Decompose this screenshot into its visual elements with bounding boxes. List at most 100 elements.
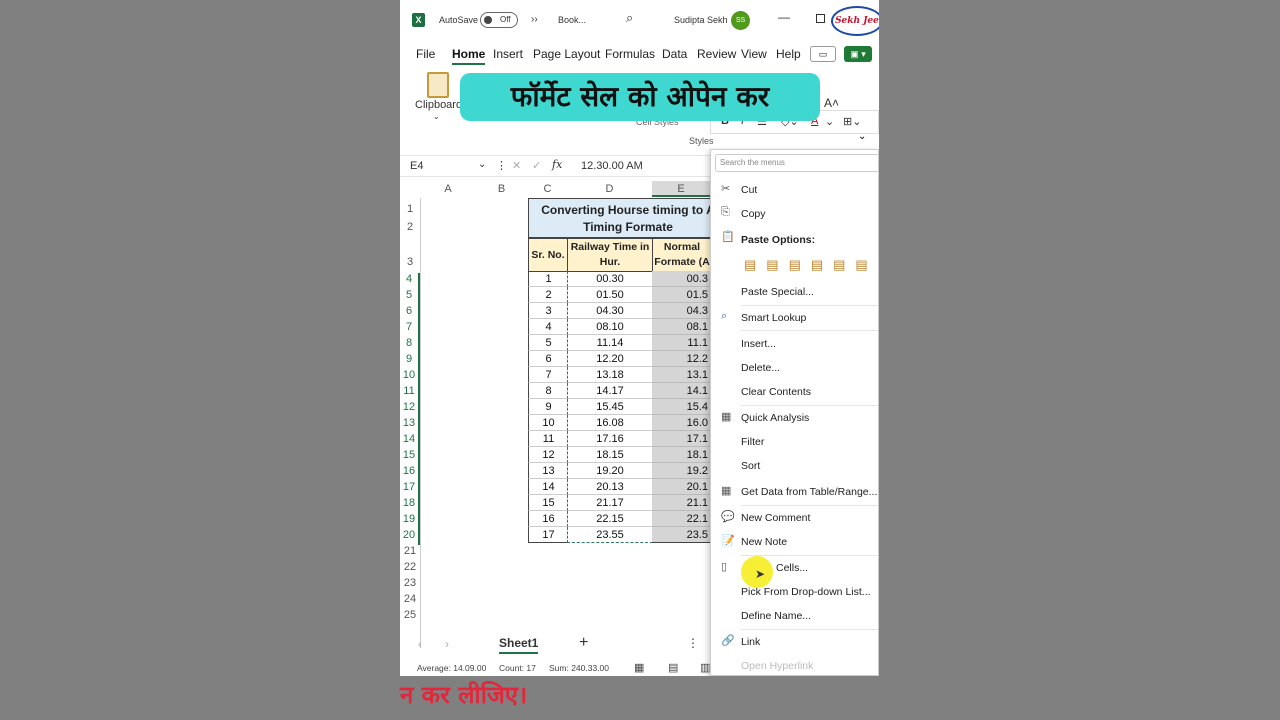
cell-normal-format[interactable]: 04.3: [652, 303, 710, 319]
collapse-ribbon-icon[interactable]: ⌄: [858, 131, 866, 142]
cell-sr-no[interactable]: 7: [528, 367, 568, 383]
cell-sr-no[interactable]: 5: [528, 335, 568, 351]
row-header-10[interactable]: 10: [400, 369, 420, 385]
row-header-8[interactable]: 8: [400, 337, 420, 353]
cell-sr-no[interactable]: 6: [528, 351, 568, 367]
row-header-2[interactable]: 2: [400, 221, 420, 237]
column-header-d[interactable]: D: [567, 181, 652, 197]
row-header-4[interactable]: 4: [400, 273, 420, 289]
tab-formulas[interactable]: Formulas: [605, 47, 655, 61]
column-header-b[interactable]: B: [475, 181, 528, 197]
cell-railway-time[interactable]: 20.13: [567, 479, 653, 495]
cell-railway-time[interactable]: 17.16: [567, 431, 653, 447]
add-sheet-button[interactable]: +: [579, 634, 588, 652]
page-break-view-icon[interactable]: ▥: [700, 661, 710, 674]
clipboard-icon[interactable]: [427, 72, 449, 98]
menu-item-define-name[interactable]: Define Name...: [741, 610, 811, 622]
page-layout-view-icon[interactable]: ▤: [668, 661, 678, 674]
more-commands-chevron-icon[interactable]: ››: [531, 14, 538, 25]
row-header-3[interactable]: 3: [400, 256, 420, 272]
menu-item-sort[interactable]: Sort: [741, 460, 760, 472]
cell-sr-no[interactable]: 8: [528, 383, 568, 399]
row-header-6[interactable]: 6: [400, 305, 420, 321]
menu-item-quick-analysis[interactable]: Quick Analysis: [741, 412, 809, 424]
cell-railway-time[interactable]: 00.30: [567, 271, 653, 287]
formula-input[interactable]: 12.30.00 AM: [581, 160, 643, 172]
row-header-20[interactable]: 20: [400, 529, 420, 545]
cell-sr-no[interactable]: 14: [528, 479, 568, 495]
cell-normal-format[interactable]: 23.5: [652, 527, 710, 543]
workbook-name[interactable]: Book...: [558, 15, 586, 25]
menu-item-new-note[interactable]: New Note: [741, 536, 787, 548]
tab-page-layout[interactable]: Page Layout: [533, 47, 600, 61]
menu-item-pick-dropdown[interactable]: Pick From Drop-down List...: [741, 586, 871, 598]
cell-railway-time[interactable]: 04.30: [567, 303, 653, 319]
cell-sr-no[interactable]: 3: [528, 303, 568, 319]
cell-railway-time[interactable]: 08.10: [567, 319, 653, 335]
menu-item-format-cells[interactable]: Cells...: [776, 562, 808, 574]
enter-icon[interactable]: ✓: [532, 159, 541, 172]
cell-normal-format[interactable]: 15.4: [652, 399, 710, 415]
row-header-22[interactable]: 22: [400, 561, 420, 577]
tab-file[interactable]: File: [416, 47, 435, 61]
maximize-button[interactable]: [816, 14, 825, 23]
normal-view-icon[interactable]: ▦: [634, 661, 644, 674]
comments-button[interactable]: ▭: [810, 46, 836, 62]
row-header-5[interactable]: 5: [400, 289, 420, 305]
cell-normal-format[interactable]: 17.1: [652, 431, 710, 447]
cell-normal-format[interactable]: 22.1: [652, 511, 710, 527]
cell-railway-time[interactable]: 13.18: [567, 367, 653, 383]
cell-sr-no[interactable]: 1: [528, 271, 568, 287]
sheet-tab-sheet1[interactable]: Sheet1: [499, 636, 539, 654]
menu-item-clear-contents[interactable]: Clear Contents: [741, 386, 811, 398]
menu-item-link[interactable]: Link: [741, 636, 760, 648]
column-header-c[interactable]: C: [528, 181, 567, 197]
insert-function-icon[interactable]: fx: [552, 158, 562, 171]
cell-railway-time[interactable]: 01.50: [567, 287, 653, 303]
menu-item-cut[interactable]: Cut: [741, 184, 757, 196]
cell-sr-no[interactable]: 17: [528, 527, 568, 543]
row-header-11[interactable]: 11: [400, 385, 420, 401]
row-header-15[interactable]: 15: [400, 449, 420, 465]
avatar[interactable]: SS: [731, 11, 750, 30]
menu-item-insert[interactable]: Insert...: [741, 338, 776, 350]
cell-normal-format[interactable]: 16.0: [652, 415, 710, 431]
cell-normal-format[interactable]: 20.1: [652, 479, 710, 495]
menu-item-smart-lookup[interactable]: Smart Lookup: [741, 312, 806, 324]
cell-normal-format[interactable]: 08.1: [652, 319, 710, 335]
cell-sr-no[interactable]: 12: [528, 447, 568, 463]
chevron-down-icon[interactable]: ⌄: [825, 115, 834, 128]
search-icon[interactable]: ⌕: [626, 10, 633, 26]
menu-item-get-data[interactable]: Get Data from Table/Range...: [741, 486, 877, 498]
tab-insert[interactable]: Insert: [493, 47, 523, 61]
cell-sr-no[interactable]: 9: [528, 399, 568, 415]
menu-item-delete[interactable]: Delete...: [741, 362, 780, 374]
cell-railway-time[interactable]: 14.17: [567, 383, 653, 399]
cell-sr-no[interactable]: 16: [528, 511, 568, 527]
cell-sr-no[interactable]: 15: [528, 495, 568, 511]
more-icon[interactable]: ⋮: [496, 159, 507, 172]
menu-item-filter[interactable]: Filter: [741, 436, 764, 448]
cell-normal-format[interactable]: 01.5: [652, 287, 710, 303]
cell-railway-time[interactable]: 22.15: [567, 511, 653, 527]
next-sheet-icon[interactable]: ›: [445, 637, 449, 651]
cell-railway-time[interactable]: 15.45: [567, 399, 653, 415]
cell-railway-time[interactable]: 12.20: [567, 351, 653, 367]
prev-sheet-icon[interactable]: ‹: [418, 637, 422, 651]
tab-help[interactable]: Help: [776, 47, 801, 61]
cell-railway-time[interactable]: 19.20: [567, 463, 653, 479]
cell-normal-format[interactable]: 19.2: [652, 463, 710, 479]
row-header-24[interactable]: 24: [400, 593, 420, 609]
minimize-button[interactable]: —: [778, 10, 790, 24]
paste-option-icons[interactable]: ▤▤▤▤▤▤: [744, 257, 878, 273]
menu-item-new-comment[interactable]: New Comment: [741, 512, 810, 524]
row-header-17[interactable]: 17: [400, 481, 420, 497]
tab-data[interactable]: Data: [662, 47, 687, 61]
cell-railway-time[interactable]: 16.08: [567, 415, 653, 431]
row-header-25[interactable]: 25: [400, 609, 420, 625]
increase-font-icon[interactable]: A˄: [824, 96, 839, 110]
cell-railway-time[interactable]: 23.55: [567, 527, 653, 543]
cell-normal-format[interactable]: 11.1: [652, 335, 710, 351]
cell-railway-time[interactable]: 21.17: [567, 495, 653, 511]
tab-review[interactable]: Review: [697, 47, 736, 61]
